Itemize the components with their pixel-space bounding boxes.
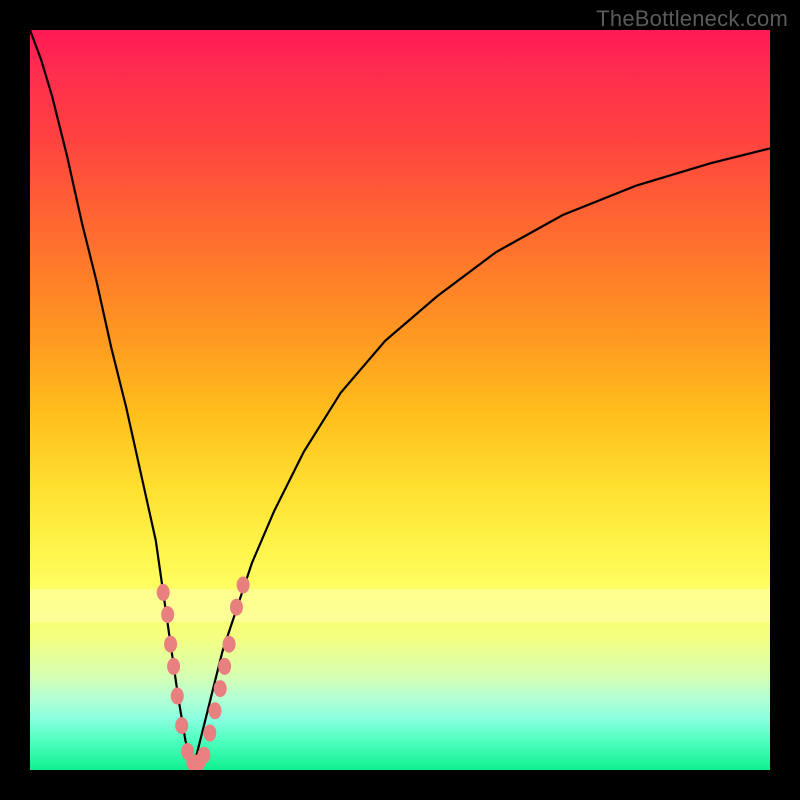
marker-bead [230,599,242,615]
watermark-text: TheBottleneck.com [596,6,788,32]
marker-bead [162,607,174,623]
curve-svg [30,30,770,770]
marker-bead [157,584,169,600]
marker-bead [209,703,221,719]
marker-bead [223,636,235,652]
marker-bead [237,577,249,593]
marker-bead [214,681,226,697]
marker-bead [168,658,180,674]
marker-beads-group [157,577,249,770]
bottleneck-curve-right [193,148,770,770]
marker-bead [176,718,188,734]
marker-bead [165,636,177,652]
marker-bead [198,747,210,763]
marker-bead [204,725,216,741]
chart-frame: TheBottleneck.com [0,0,800,800]
plot-area [30,30,770,770]
marker-bead [171,688,183,704]
marker-bead [219,658,231,674]
bottleneck-curve-left [30,30,193,770]
